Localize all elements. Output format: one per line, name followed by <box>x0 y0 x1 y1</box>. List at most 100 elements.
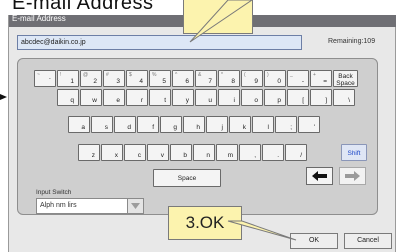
ok-button[interactable]: OK <box>290 233 338 249</box>
key-label: g <box>173 124 177 131</box>
key-row2-6[interactable]: u <box>195 89 217 106</box>
key-row4-0[interactable]: z <box>78 144 100 161</box>
key-row1-5[interactable]: ^ 6 <box>172 70 194 87</box>
remaining-count: Remaining:109 <box>328 38 376 45</box>
key-label: \ <box>348 97 350 104</box>
key-row2-11[interactable]: ] <box>310 89 332 106</box>
key-row2-12[interactable]: \ <box>333 89 355 106</box>
key-label: q <box>70 97 74 104</box>
key-label: ] <box>325 97 327 104</box>
key-shift-label: ! <box>60 72 62 78</box>
arrow-right-icon <box>345 171 360 181</box>
key-label: . <box>277 152 279 159</box>
key-row2-10[interactable]: [ <box>287 89 309 106</box>
key-shift-label: ^ <box>175 72 178 78</box>
email-input[interactable]: abcdec@daikin.co.jp <box>17 35 302 50</box>
key-row3-0[interactable]: a <box>68 116 90 133</box>
key-label: 1 <box>70 78 74 85</box>
input-switch-value: Alph nm lirs <box>40 202 77 209</box>
key-row2-3[interactable]: r <box>126 89 148 106</box>
key-row4-1[interactable]: x <box>101 144 123 161</box>
input-switch-dropdown[interactable]: Alph nm lirs <box>36 198 144 214</box>
key-row2-1[interactable]: w <box>80 89 102 106</box>
cursor-left-key[interactable] <box>306 167 333 185</box>
key-row1-8[interactable]: (9 <box>241 70 263 87</box>
key-row3-4[interactable]: g <box>160 116 182 133</box>
key-row4-6[interactable]: m <box>216 144 238 161</box>
key-shift-label: ~ <box>37 72 40 78</box>
key-row1-10[interactable]: _ - <box>287 70 309 87</box>
cursor-right-key[interactable] <box>339 167 366 185</box>
backspace-key-label: Back Space <box>336 73 355 87</box>
key-label: w <box>92 97 97 104</box>
key-label: c <box>137 152 141 159</box>
key-label: j <box>221 124 223 131</box>
key-row4-4[interactable]: b <box>170 144 192 161</box>
key-label: e <box>116 97 120 104</box>
key-row4-3[interactable]: v <box>147 144 169 161</box>
key-row2-9[interactable]: p <box>264 89 286 106</box>
key-row1-11[interactable]: + = <box>310 70 332 87</box>
key-label: k <box>242 124 246 131</box>
screen: E-mail Address E-mail Address abcdec@dai… <box>0 0 396 252</box>
key-label: b <box>183 152 187 159</box>
key-row3-9[interactable]: ; <box>275 116 297 133</box>
key-label: 3 <box>116 78 120 85</box>
key-row4-2[interactable]: c <box>124 144 146 161</box>
key-label: 7 <box>208 78 212 85</box>
key-row4-9[interactable]: / <box>285 144 307 161</box>
key-row3-1[interactable]: s <box>91 116 113 133</box>
key-row2-0[interactable]: q <box>57 89 79 106</box>
key-row1-0[interactable]: ! 1 <box>57 70 79 87</box>
key-row3-3[interactable]: f <box>137 116 159 133</box>
key-row3-2[interactable]: d <box>114 116 136 133</box>
key-row1-3[interactable]: $4 <box>126 70 148 87</box>
cancel-button[interactable]: Cancel <box>344 233 392 249</box>
key-label: a <box>81 124 85 131</box>
key-row1-9[interactable]: ) 0 <box>264 70 286 87</box>
key-label: d <box>127 124 131 131</box>
shift-key[interactable]: Shift <box>341 144 367 161</box>
key-label: / <box>300 152 302 159</box>
key-row3-5[interactable]: h <box>183 116 205 133</box>
key-label: 5 <box>162 78 166 85</box>
key-label: i <box>233 97 235 104</box>
key-label: - <box>301 78 304 85</box>
key-row2-2[interactable]: e <box>103 89 125 106</box>
key-backtick[interactable]: ~ ` <box>34 70 56 87</box>
key-label: 8 <box>231 78 235 85</box>
key-shift-label: ) <box>267 72 269 78</box>
key-row3-10[interactable]: ' <box>298 116 320 133</box>
key-label: u <box>208 97 212 104</box>
space-key[interactable]: Space <box>153 169 221 187</box>
key-label: 0 <box>277 78 281 85</box>
key-row3-7[interactable]: k <box>229 116 251 133</box>
key-row2-8[interactable]: o <box>241 89 263 106</box>
key-row1-1[interactable]: @2 <box>80 70 102 87</box>
backspace-key[interactable]: Back Space <box>333 70 358 87</box>
key-label: , <box>254 152 256 159</box>
key-label: n <box>206 152 210 159</box>
key-row1-7[interactable]: * 8 <box>218 70 240 87</box>
key-row2-7[interactable]: i <box>218 89 240 106</box>
key-label: y <box>185 97 189 104</box>
key-row2-5[interactable]: y <box>172 89 194 106</box>
callout-top <box>183 0 253 34</box>
key-row4-8[interactable]: . <box>262 144 284 161</box>
key-label: [ <box>302 97 304 104</box>
key-row2-4[interactable]: t <box>149 89 171 106</box>
key-row1-6[interactable]: & 7 <box>195 70 217 87</box>
key-row4-7[interactable]: , <box>239 144 261 161</box>
key-row3-8[interactable]: l <box>252 116 274 133</box>
key-label: m <box>227 152 233 159</box>
key-row1-4[interactable]: % 5 <box>149 70 171 87</box>
key-row3-6[interactable]: j <box>206 116 228 133</box>
key-label: 4 <box>139 78 143 85</box>
key-label: ` <box>48 78 51 85</box>
key-row4-5[interactable]: n <box>193 144 215 161</box>
dropdown-button[interactable] <box>127 199 143 213</box>
key-label: ' <box>313 124 315 131</box>
arrow-left-icon <box>312 171 327 181</box>
key-row1-2[interactable]: #3 <box>103 70 125 87</box>
key-label: h <box>196 124 200 131</box>
